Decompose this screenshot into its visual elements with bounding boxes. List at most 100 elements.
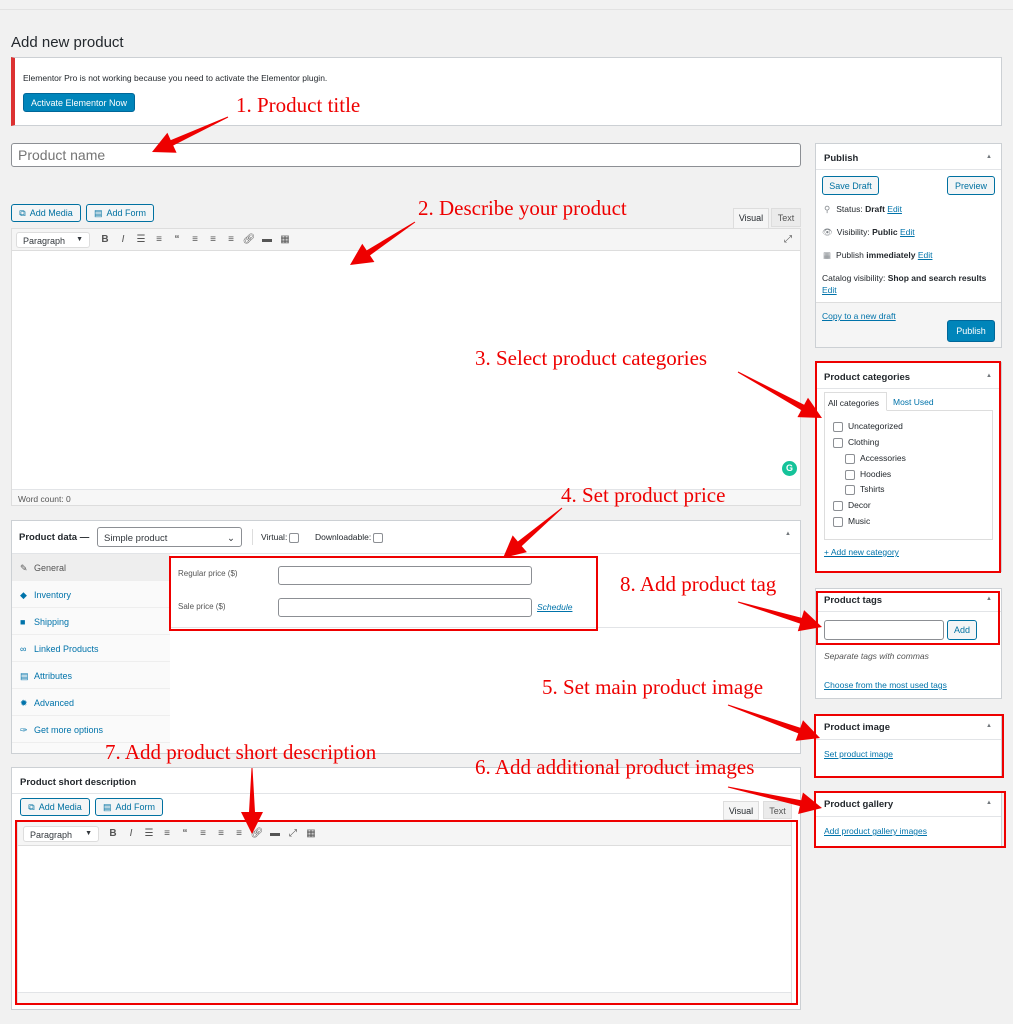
divider: [252, 529, 253, 545]
tab-advanced[interactable]: ✹ Advanced: [12, 689, 170, 716]
product-type-select[interactable]: Simple product ⌄: [97, 527, 242, 547]
add-tag-button[interactable]: Add: [947, 620, 977, 640]
bullet-list-icon[interactable]: ☰: [140, 828, 158, 839]
tab-most-used[interactable]: Most Used: [893, 397, 934, 407]
link-icon: ∞: [20, 644, 27, 654]
toolbar-toggle-icon[interactable]: ▦: [302, 828, 320, 839]
publish-button[interactable]: Publish: [947, 320, 995, 342]
read-more-icon[interactable]: ▬: [258, 234, 276, 245]
align-right-icon[interactable]: ≡: [222, 234, 240, 245]
align-left-icon[interactable]: ≡: [186, 234, 204, 245]
category-hoodies[interactable]: Hoodies: [845, 469, 891, 480]
sale-price-input[interactable]: [278, 598, 532, 617]
tab-attributes[interactable]: ▤ Attributes: [12, 662, 170, 689]
product-data-box: Product data — Simple product ⌄ Virtual: …: [11, 520, 801, 754]
short-tab-visual[interactable]: Visual: [723, 801, 759, 820]
choose-tags-link[interactable]: Choose from the most used tags: [824, 680, 947, 690]
category-tshirts[interactable]: Tshirts: [845, 484, 885, 495]
catalog-edit-link[interactable]: Edit: [822, 285, 837, 295]
copy-to-draft-link[interactable]: Copy to a new draft: [822, 311, 896, 321]
short-add-media-button[interactable]: ⧉ Add Media: [20, 798, 90, 816]
tab-linked-products[interactable]: ∞ Linked Products: [12, 635, 170, 662]
italic-icon[interactable]: I: [114, 234, 132, 245]
collapse-icon[interactable]: ▲: [785, 531, 791, 537]
annotation-product-title: 1. Product title: [236, 93, 361, 117]
category-decor[interactable]: Decor: [833, 500, 871, 511]
save-draft-button[interactable]: Save Draft: [822, 176, 879, 195]
tab-general[interactable]: ✎ General: [12, 554, 170, 581]
annotation-main-image: 5. Set main product image: [542, 675, 764, 699]
short-format-select[interactable]: Paragraph ▼: [23, 826, 99, 842]
tab-get-more-options[interactable]: ✑ Get more options: [12, 716, 170, 743]
truck-icon: ■: [20, 617, 26, 627]
downloadable-checkbox[interactable]: Downloadable:: [315, 532, 388, 543]
catalog-visibility-row: Catalog visibility: Shop and search resu…: [822, 273, 987, 295]
italic-icon[interactable]: I: [122, 828, 140, 839]
product-tags-box: Product tags ▲ Add Separate tags with co…: [815, 588, 1002, 699]
toolbar-toggle-icon[interactable]: ▦: [276, 234, 294, 245]
collapse-icon[interactable]: ▲: [986, 800, 992, 806]
product-name-input[interactable]: [11, 143, 801, 167]
bold-icon[interactable]: B: [104, 828, 122, 839]
category-clothing[interactable]: Clothing: [833, 437, 879, 448]
form-icon: ▤: [102, 801, 112, 812]
category-uncategorized[interactable]: Uncategorized: [833, 421, 903, 432]
annotation-short-description: 7. Add product short description: [105, 740, 377, 764]
tab-visual[interactable]: Visual: [733, 208, 769, 228]
align-right-icon[interactable]: ≡: [230, 828, 248, 839]
schedule-row: ▦ Publish immediately Edit: [823, 250, 933, 260]
set-product-image-link[interactable]: Set product image: [824, 749, 893, 759]
align-center-icon[interactable]: ≡: [204, 234, 222, 245]
category-accessories[interactable]: Accessories: [845, 453, 906, 464]
add-new-category-link[interactable]: + Add new category: [824, 547, 899, 557]
annotation-categories: 3. Select product categories: [475, 346, 708, 370]
add-form-button[interactable]: ▤ Add Form: [86, 204, 154, 222]
grammarly-icon[interactable]: G: [782, 461, 797, 476]
product-gallery-box: Product gallery ▲ Add product gallery im…: [815, 791, 1002, 848]
virtual-checkbox[interactable]: Virtual:: [261, 532, 304, 543]
bullet-list-icon[interactable]: ☰: [132, 234, 150, 245]
schedule-link[interactable]: Schedule: [537, 602, 572, 612]
visibility-edit-link[interactable]: Edit: [900, 227, 915, 237]
read-more-icon[interactable]: ▬: [266, 828, 284, 839]
tab-text[interactable]: Text: [771, 208, 801, 227]
preview-button[interactable]: Preview: [947, 176, 995, 195]
product-image-box: Product image ▲ Set product image: [815, 714, 1002, 777]
tab-all-categories[interactable]: All categories: [824, 392, 887, 411]
add-media-button[interactable]: ⧉ Add Media: [11, 204, 81, 222]
align-center-icon[interactable]: ≡: [212, 828, 230, 839]
short-add-form-button[interactable]: ▤ Add Form: [95, 798, 163, 816]
format-select[interactable]: Paragraph ▼: [16, 232, 90, 248]
publish-edit-link[interactable]: Edit: [918, 250, 933, 260]
short-description-title: Product short description: [20, 777, 137, 788]
product-data-tabs: ✎ General ◆ Inventory ■ Shipping ∞ Linked Pr…: [12, 554, 170, 753]
link-icon[interactable]: 🔗︎: [248, 828, 266, 839]
blockquote-icon[interactable]: “: [168, 234, 186, 245]
add-gallery-images-link[interactable]: Add product gallery images: [824, 826, 927, 836]
status-edit-link[interactable]: Edit: [887, 204, 902, 214]
regular-price-input[interactable]: [278, 566, 532, 585]
tab-inventory[interactable]: ◆ Inventory: [12, 581, 170, 608]
tab-shipping[interactable]: ■ Shipping: [12, 608, 170, 635]
link-icon[interactable]: 🔗︎: [240, 234, 258, 245]
activate-elementor-button[interactable]: Activate Elementor Now: [23, 93, 135, 112]
collapse-icon[interactable]: ▲: [986, 723, 992, 729]
collapse-icon[interactable]: ▲: [986, 373, 992, 379]
collapse-icon[interactable]: ▲: [986, 596, 992, 602]
fullscreen-icon[interactable]: ⤢: [784, 234, 792, 245]
align-left-icon[interactable]: ≡: [194, 828, 212, 839]
blockquote-icon[interactable]: “: [176, 828, 194, 839]
bold-icon[interactable]: B: [96, 234, 114, 245]
short-tab-text[interactable]: Text: [763, 801, 792, 819]
short-description-editor[interactable]: Paragraph ▼ B I ☰ ≡ “≡ ≡ ≡ 🔗︎ ▬ ⤢ ▦: [17, 821, 792, 1005]
sale-price-label: Sale price ($): [178, 602, 226, 611]
publish-box: Publish ▲ Save Draft Preview ⚲ Status: Dr…: [815, 143, 1002, 348]
numbered-list-icon[interactable]: ≡: [150, 234, 168, 245]
short-format-buttons: B I ☰ ≡ “≡ ≡ ≡ 🔗︎ ▬ ⤢ ▦: [104, 828, 320, 839]
numbered-list-icon[interactable]: ≡: [158, 828, 176, 839]
fullscreen-icon[interactable]: ⤢: [284, 828, 302, 839]
regular-price-label: Regular price ($): [178, 569, 238, 578]
collapse-icon[interactable]: ▲: [986, 154, 992, 160]
tag-input[interactable]: [824, 620, 944, 640]
category-music[interactable]: Music: [833, 516, 870, 527]
